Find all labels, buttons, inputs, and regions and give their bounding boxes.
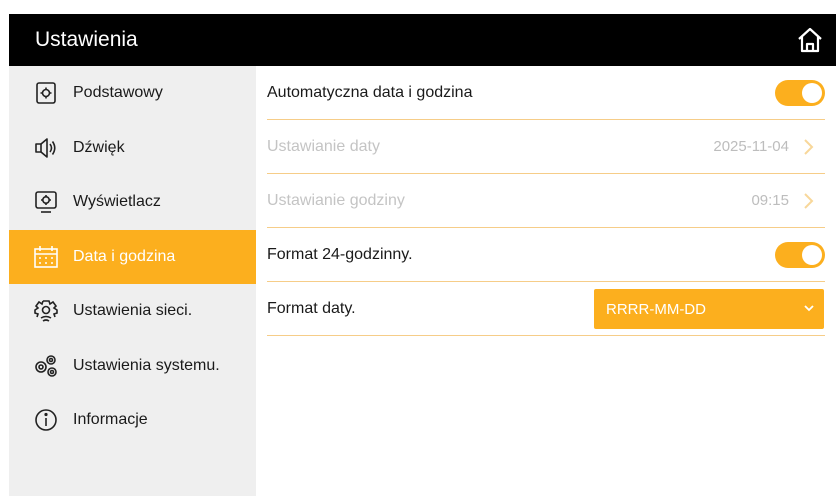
settings-window: Ustawienia Podstawowy Dźwięk Wyświetlacz…: [9, 14, 836, 496]
sidebar-item-label: Ustawienia systemu.: [73, 356, 220, 374]
display-icon: [33, 189, 59, 215]
calendar-icon: [33, 244, 59, 270]
content-panel: Automatyczna data i godzina Ustawianie d…: [256, 66, 836, 496]
row-label: Ustawianie godziny: [267, 191, 405, 209]
home-icon[interactable]: [796, 26, 824, 54]
chevron-right-icon[interactable]: [801, 138, 815, 156]
sidebar-item-label: Dźwięk: [73, 138, 125, 156]
sidebar-item-wyswietlacz[interactable]: Wyświetlacz: [9, 175, 256, 230]
row-time-setting[interactable]: Ustawianie godziny 09:15: [267, 174, 825, 228]
toggle-knob: [802, 245, 822, 265]
info-icon: [33, 407, 59, 433]
sidebar-item-ustawienia-systemu[interactable]: Ustawienia systemu.: [9, 339, 256, 394]
sidebar-item-dzwiek[interactable]: Dźwięk: [9, 121, 256, 176]
basic-settings-icon: [33, 80, 59, 106]
format-24h-toggle[interactable]: [775, 242, 825, 268]
sidebar-item-label: Data i godzina: [73, 247, 176, 265]
sidebar-item-ustawienia-sieci[interactable]: Ustawienia sieci.: [9, 284, 256, 339]
sidebar-item-label: Informacje: [73, 411, 148, 429]
row-format-24h: Format 24-godzinny.: [267, 228, 825, 282]
page-title: Ustawienia: [35, 28, 138, 51]
row-label: Automatyczna data i godzina: [267, 83, 473, 101]
time-value: 09:15: [751, 192, 789, 209]
row-label: Format 24-godzinny.: [267, 245, 413, 263]
row-label: Ustawianie daty: [267, 137, 380, 155]
sidebar-item-label: Ustawienia sieci.: [73, 302, 193, 320]
auto-datetime-toggle[interactable]: [775, 80, 825, 106]
network-gear-icon: [33, 298, 59, 324]
row-label: Format daty.: [267, 299, 356, 317]
sidebar-item-label: Podstawowy: [73, 84, 163, 102]
row-date-format: Format daty. RRRR-MM-DD: [267, 282, 825, 336]
header-bar: Ustawienia: [9, 14, 836, 66]
date-value: 2025-11-04: [713, 138, 789, 155]
chevron-down-icon: [804, 305, 814, 312]
row-date-setting[interactable]: Ustawianie daty 2025-11-04: [267, 120, 825, 174]
sidebar-item-podstawowy[interactable]: Podstawowy: [9, 66, 256, 121]
date-format-select[interactable]: RRRR-MM-DD: [594, 289, 824, 329]
row-auto-datetime: Automatyczna data i godzina: [267, 66, 825, 120]
chevron-right-icon[interactable]: [801, 192, 815, 210]
speaker-icon: [33, 135, 59, 161]
selected-value: RRRR-MM-DD: [606, 300, 706, 318]
sidebar-item-label: Wyświetlacz: [73, 193, 161, 211]
system-gears-icon: [33, 353, 59, 379]
toggle-knob: [802, 83, 822, 103]
sidebar: Podstawowy Dźwięk Wyświetlacz Data i god…: [9, 66, 256, 496]
sidebar-item-data-i-godzina[interactable]: Data i godzina: [9, 229, 256, 284]
sidebar-item-informacje[interactable]: Informacje: [9, 393, 256, 448]
